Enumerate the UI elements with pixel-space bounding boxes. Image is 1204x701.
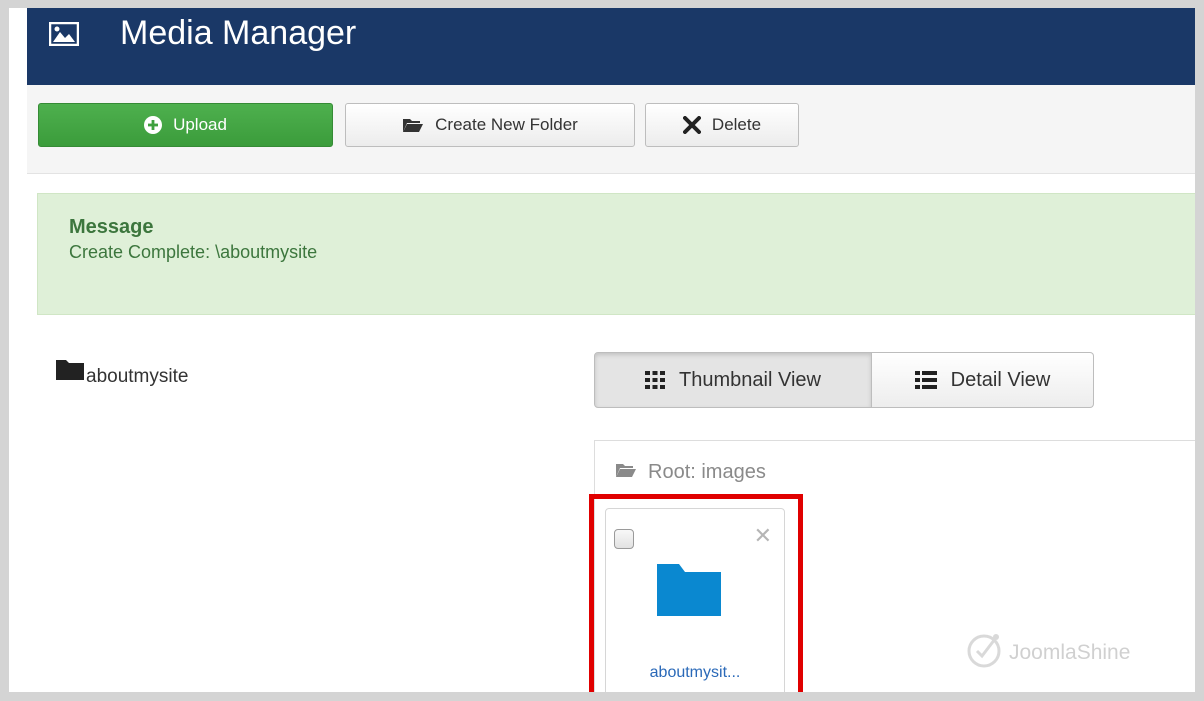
- image-icon: [48, 21, 80, 47]
- breadcrumb-label: Root: images: [648, 461, 766, 483]
- folder-tree-label: aboutmysite: [86, 366, 189, 387]
- list-icon: [914, 371, 937, 389]
- delete-button-label: Delete: [711, 115, 762, 134]
- media-manager-window: Media Manager Upload Create New Folder D…: [9, 8, 1195, 692]
- watermark-label: JoomlaShine: [1009, 640, 1131, 664]
- detail-view-label: Detail View: [950, 368, 1051, 391]
- message-text: Create Complete: \aboutmysite: [69, 242, 318, 262]
- logo-icon: [965, 630, 1005, 675]
- message-heading: Message: [69, 216, 154, 238]
- thumbnail-view-button[interactable]: Thumbnail View: [594, 352, 872, 408]
- delete-button[interactable]: Delete: [645, 103, 799, 147]
- close-icon: [682, 116, 701, 134]
- grid-icon: [645, 371, 666, 389]
- page-header: Media Manager: [27, 8, 1195, 85]
- breadcrumb[interactable]: Root: images: [615, 461, 766, 484]
- folder-open-icon: [615, 462, 637, 483]
- folder-tree-item[interactable]: aboutmysite: [56, 360, 188, 388]
- create-new-folder-button[interactable]: Create New Folder: [345, 103, 635, 147]
- page-title: Media Manager: [120, 14, 357, 52]
- view-toggle: Thumbnail View Detail View: [594, 352, 1094, 408]
- upload-button[interactable]: Upload: [38, 103, 333, 147]
- success-message: Message Create Complete: \aboutmysite: [37, 193, 1195, 315]
- folder-open-icon: [402, 117, 424, 133]
- watermark: JoomlaShine: [965, 630, 1130, 675]
- create-new-folder-label: Create New Folder: [435, 115, 578, 134]
- plus-circle-icon: [144, 116, 163, 134]
- upload-button-label: Upload: [173, 115, 227, 134]
- folder-icon: [56, 360, 84, 385]
- toolbar: Upload Create New Folder Delete: [27, 85, 1195, 174]
- highlight-box: [589, 494, 803, 692]
- thumbnail-view-label: Thumbnail View: [679, 368, 821, 391]
- detail-view-button[interactable]: Detail View: [872, 352, 1094, 408]
